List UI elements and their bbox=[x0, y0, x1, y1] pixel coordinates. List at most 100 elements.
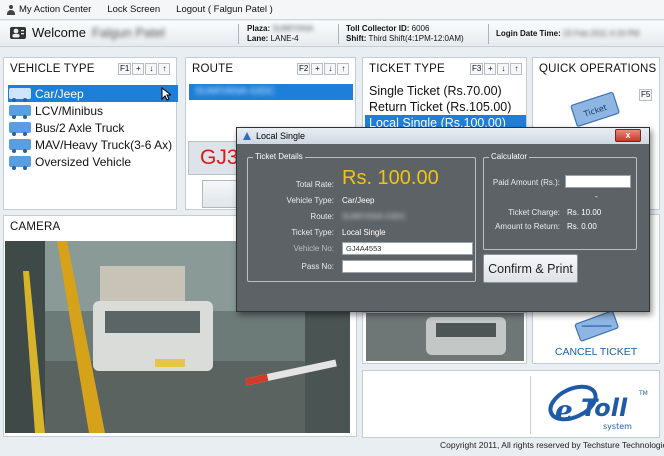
footer-copyright: Copyright 2011, All rights reserved by T… bbox=[440, 440, 664, 450]
menu-item-label: Lock Screen bbox=[107, 4, 161, 15]
paid-amount-input[interactable] bbox=[565, 175, 631, 188]
panel-controls: F3 + ↓ ↑ bbox=[470, 63, 523, 75]
vehicle-no-input[interactable]: GJ4A4553 bbox=[342, 242, 473, 255]
logo-sub-text: system bbox=[603, 422, 632, 431]
plaza-value: SUMIYANA bbox=[272, 24, 314, 33]
car-icon bbox=[9, 88, 31, 102]
plaza-label: Plaza: bbox=[247, 24, 271, 33]
hotkey-badge: F5 bbox=[639, 89, 653, 101]
login-label: Login Date Time: bbox=[496, 29, 561, 38]
welcome-label: Welcome bbox=[32, 25, 86, 40]
lane-value: LANE-4 bbox=[270, 34, 299, 43]
cancel-ticket-button[interactable]: CANCEL TICKET bbox=[533, 346, 659, 358]
ticket-charge-label: Ticket Charge: bbox=[508, 208, 560, 217]
vehicle-type-list: Car/Jeep LCV/Minibus Bus/2 Axle Truck MA… bbox=[8, 85, 178, 170]
hotkey-badge: F2 bbox=[297, 63, 311, 75]
close-button[interactable]: x bbox=[615, 129, 641, 142]
hotkey-badge: F1 bbox=[118, 63, 132, 75]
logo-brand-text: Toll bbox=[581, 394, 628, 422]
print-ticket-icon[interactable]: Ticket bbox=[569, 88, 623, 130]
menu-item-label: My Action Center bbox=[19, 4, 92, 15]
vehicle-type-item[interactable]: MAV/Heavy Truck(3-6 Ax) bbox=[8, 136, 178, 153]
panel-title: TICKET TYPE bbox=[369, 63, 445, 75]
camera-panel-secondary bbox=[362, 312, 527, 364]
minibus-icon bbox=[9, 105, 31, 119]
logo-panel: e Toll TM system bbox=[362, 370, 660, 438]
logo-divider bbox=[530, 376, 531, 434]
ticket-type-list: Single Ticket (Rs.70.00) Return Ticket (… bbox=[365, 83, 526, 131]
move-up-button[interactable]: ↑ bbox=[510, 63, 523, 75]
route-label: Route: bbox=[310, 212, 334, 221]
ticket-type-item[interactable]: Single Ticket (Rs.70.00) bbox=[365, 83, 526, 99]
panel-controls: F5 bbox=[639, 89, 653, 101]
panel-title: QUICK OPERATIONS bbox=[539, 63, 657, 75]
move-up-button[interactable]: ↑ bbox=[158, 63, 171, 75]
collector-value: 6006 bbox=[411, 24, 430, 33]
lane-label: Lane: bbox=[247, 34, 269, 43]
amount-return-value: Rs. 0.00 bbox=[567, 222, 597, 231]
vehicle-type-item[interactable]: Car/Jeep bbox=[8, 85, 178, 102]
ticket-type-item[interactable]: Return Ticket (Rs.105.00) bbox=[365, 99, 526, 115]
route-label: SUMIYANA-GIDC bbox=[195, 86, 275, 97]
vehicle-type-label: MAV/Heavy Truck(3-6 Ax) bbox=[35, 137, 173, 152]
panel-title: VEHICLE TYPE bbox=[10, 63, 95, 75]
etoll-logo: e Toll TM system bbox=[548, 384, 648, 431]
route-item-selected[interactable]: SUMIYANA-GIDC bbox=[189, 84, 353, 100]
oversized-vehicle-icon bbox=[9, 156, 31, 170]
vehicle-type-label: LCV/Minibus bbox=[35, 103, 104, 118]
move-up-button[interactable]: ↑ bbox=[337, 63, 350, 75]
vehicle-type-label: Bus/2 Axle Truck bbox=[35, 120, 125, 135]
add-button[interactable]: + bbox=[311, 63, 324, 75]
amount-return-label: Amount to Return: bbox=[495, 222, 560, 231]
move-down-button[interactable]: ↓ bbox=[497, 63, 510, 75]
menu-my-action-center[interactable]: My Action Center bbox=[6, 4, 91, 15]
menu-lock-screen[interactable]: Lock Screen bbox=[107, 4, 160, 15]
plaza-info: Plaza: SUMIYANA Lane: LANE-4 bbox=[247, 24, 314, 44]
vehicle-type-label: Oversized Vehicle bbox=[35, 154, 132, 169]
app-icon bbox=[243, 132, 251, 140]
dialog-title: Local Single bbox=[256, 131, 306, 141]
ticket-type-label: Ticket Type: bbox=[291, 228, 334, 237]
vehicle-type-item[interactable]: Oversized Vehicle bbox=[8, 153, 178, 170]
group-title: Calculator bbox=[489, 152, 530, 161]
header-divider bbox=[238, 24, 239, 44]
welcome-block: Welcome Falgun Patel bbox=[10, 25, 165, 40]
menu-logout[interactable]: Logout ( Falgun Patel ) bbox=[176, 4, 273, 15]
camera-feed-secondary bbox=[366, 313, 524, 361]
vehicle-type-item[interactable]: Bus/2 Axle Truck bbox=[8, 119, 178, 136]
svg-text:e: e bbox=[555, 394, 573, 427]
vehicle-type-value: Car/Jeep bbox=[342, 196, 375, 205]
header-divider bbox=[338, 24, 339, 44]
calculator-group: Calculator Paid Amount (Rs.): - Ticket C… bbox=[483, 152, 637, 250]
route-value: SUMIYANA-GIDC bbox=[342, 212, 406, 221]
paid-amount-label: Paid Amount (Rs.): bbox=[492, 178, 560, 187]
login-info: Login Date Time: 23 Feb 2011 4:19 PM bbox=[496, 29, 639, 39]
total-rate-label: Total Rate: bbox=[295, 180, 334, 189]
logo-tm: TM bbox=[638, 390, 648, 397]
total-rate-value: Rs. 100.00 bbox=[342, 167, 439, 189]
vehicle-type-label: Vehicle Type: bbox=[286, 196, 334, 205]
panel-controls: F1 + ↓ ↑ bbox=[118, 63, 171, 75]
pass-no-input[interactable] bbox=[342, 260, 473, 273]
ticket-type-value: Local Single bbox=[342, 228, 386, 237]
cancel-ticket-icon[interactable] bbox=[571, 309, 623, 345]
plate-number-text: GJ3 bbox=[200, 146, 239, 169]
vehicle-type-item[interactable]: LCV/Minibus bbox=[8, 102, 178, 119]
shift-value: Third Shift(4:1PM-12:0AM) bbox=[368, 34, 464, 43]
confirm-print-button[interactable]: Confirm & Print bbox=[483, 254, 578, 283]
move-down-button[interactable]: ↓ bbox=[324, 63, 337, 75]
collector-info: Toll Collector ID: 6006 Shift: Third Shi… bbox=[346, 24, 464, 44]
hotkey-badge: F3 bbox=[470, 63, 484, 75]
header-bar: Welcome Falgun Patel Plaza: SUMIYANA Lan… bbox=[0, 21, 664, 47]
move-down-button[interactable]: ↓ bbox=[145, 63, 158, 75]
dash-text: - bbox=[595, 192, 598, 201]
login-value: 23 Feb 2011 4:19 PM bbox=[562, 29, 640, 38]
add-button[interactable]: + bbox=[484, 63, 497, 75]
truck-icon bbox=[9, 139, 31, 153]
add-button[interactable]: + bbox=[132, 63, 145, 75]
ticket-details-group: Ticket Details Total Rate: Rs. 100.00 Ve… bbox=[247, 152, 476, 282]
user-icon bbox=[6, 4, 16, 15]
mouse-cursor-icon bbox=[161, 87, 171, 101]
local-single-dialog: Local Single x Ticket Details Total Rate… bbox=[236, 127, 650, 312]
vehicle-type-panel: VEHICLE TYPE F1 + ↓ ↑ Car/Jeep LCV/Minib… bbox=[3, 57, 178, 210]
